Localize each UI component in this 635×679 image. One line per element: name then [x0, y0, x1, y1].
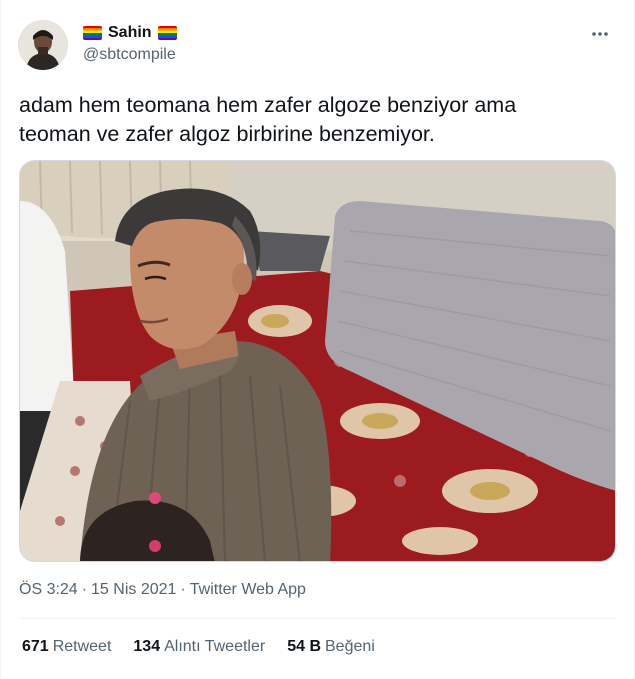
user-handle[interactable]: @sbtcompile [83, 46, 176, 64]
tweet-photo[interactable] [19, 160, 616, 562]
avatar[interactable] [18, 20, 68, 70]
retweet-count-link[interactable]: 671 Retweet [22, 638, 111, 656]
stat-count: 671 [22, 638, 49, 655]
meta-separator: · [81, 581, 88, 598]
stat-label: Beğeni [325, 638, 375, 655]
stat-count: 54 B [287, 638, 321, 655]
more-horizontal-icon [592, 32, 608, 36]
rainbow-flag-icon [83, 26, 102, 40]
quote-tweets-count-link[interactable]: 134 Alıntı Tweetler [133, 638, 265, 656]
tweet-text-line: teoman ve zafer algoz birbirine benzemiy… [19, 122, 435, 146]
tweet-text-line: adam hem teomana hem zafer algoze benziy… [19, 93, 517, 117]
tweet-date[interactable]: 15 Nis 2021 [91, 581, 176, 599]
tweet-stats: 671 Retweet 134 Alıntı Tweetler 54 B Beğ… [22, 638, 375, 656]
stat-label: Retweet [52, 638, 112, 655]
tweet-meta: ÖS 3:24 · 15 Nis 2021 · Twitter Web App [19, 581, 306, 599]
tweet-time[interactable]: ÖS 3:24 [19, 581, 78, 599]
tweet-text: adam hem teomana hem zafer algoze benziy… [19, 91, 619, 149]
more-options-button[interactable] [586, 24, 614, 44]
author-name-row[interactable]: Sahin [83, 24, 177, 42]
photo-image [20, 161, 615, 561]
rainbow-flag-icon [157, 26, 177, 40]
display-name[interactable]: Sahin [108, 24, 152, 42]
stat-count: 134 [133, 638, 161, 655]
stat-label: Alıntı Tweetler [164, 638, 266, 655]
divider [19, 618, 616, 619]
meta-separator: · [180, 581, 186, 598]
tweet-card: Sahin @sbtcompile adam hem teomana hem z… [0, 0, 635, 679]
user-avatar-icon [18, 20, 68, 70]
likes-count-link[interactable]: 54 B Beğeni [287, 638, 375, 656]
tweet-source[interactable]: Twitter Web App [190, 581, 306, 599]
